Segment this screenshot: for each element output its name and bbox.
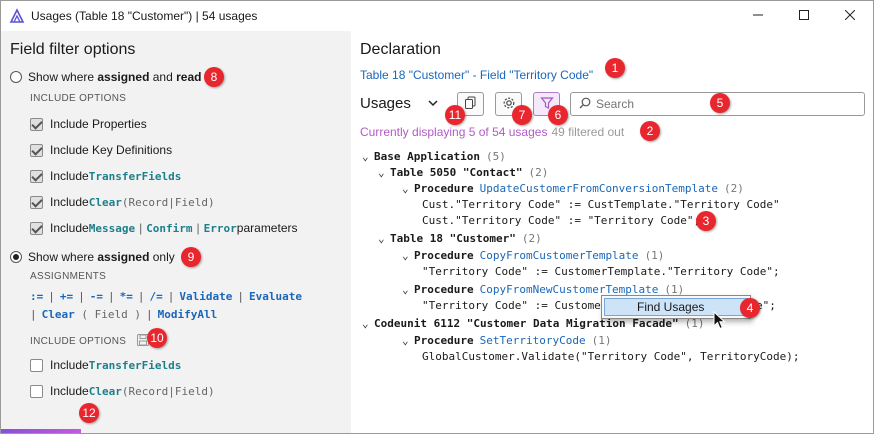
callout-badge: 3 bbox=[696, 211, 716, 231]
callout-badge: 6 bbox=[548, 105, 568, 125]
declaration-link[interactable]: Table 18 "Customer" - Field "Territory C… bbox=[360, 68, 593, 82]
checkbox[interactable] bbox=[30, 358, 43, 372]
chevron-down-icon[interactable]: ⌄ bbox=[378, 232, 390, 245]
check-assigned-include-transferfields[interactable]: Include TransferFields bbox=[30, 358, 181, 372]
chevron-down-icon[interactable]: ⌄ bbox=[378, 166, 390, 179]
chevron-down-icon[interactable]: ⌄ bbox=[402, 249, 414, 262]
chevron-down-icon[interactable]: ⌄ bbox=[362, 317, 374, 330]
tree-node-table[interactable]: ⌄ Table 5050 "Contact" (2) bbox=[378, 164, 548, 180]
checkbox[interactable] bbox=[30, 169, 43, 183]
usages-window: Usages (Table 18 "Customer") | 54 usages… bbox=[0, 0, 874, 434]
maximize-icon bbox=[799, 9, 809, 23]
tree-node-procedure[interactable]: ⌄ Procedure SetTerritoryCode (1) bbox=[402, 332, 611, 348]
radio-assigned-and-read[interactable]: Show where assigned and read bbox=[10, 70, 201, 84]
chevron-down-icon[interactable]: ⌄ bbox=[402, 334, 414, 347]
radio-button[interactable] bbox=[10, 251, 22, 263]
include-options-caption: Include options bbox=[30, 93, 127, 104]
close-icon bbox=[844, 9, 856, 23]
checkbox[interactable] bbox=[30, 143, 43, 157]
tree-node-root[interactable]: ⌄ Base Application (5) bbox=[362, 148, 506, 164]
radio-assigned-only[interactable]: Show where assigned only bbox=[10, 250, 175, 264]
minimize-icon bbox=[753, 9, 763, 23]
checkbox[interactable] bbox=[30, 221, 43, 235]
status-count: Currently displaying 5 of 54 usages bbox=[360, 125, 548, 139]
status-filtered: 49 filtered out bbox=[551, 125, 625, 139]
field-filter-pane: Field filter options Show where assigned… bbox=[1, 31, 351, 433]
check-include-transferfields[interactable]: Include TransferFields bbox=[30, 169, 181, 183]
window-title: Usages (Table 18 "Customer") | 54 usages bbox=[31, 9, 258, 23]
check-include-key-definitions[interactable]: Include Key Definitions bbox=[30, 143, 172, 157]
callout-badge: 5 bbox=[710, 93, 730, 113]
checkbox[interactable] bbox=[30, 384, 43, 398]
app-logo-icon bbox=[9, 8, 25, 24]
tree-node-procedure[interactable]: ⌄ Procedure CopyFromCustomerTemplate (1) bbox=[402, 247, 664, 263]
title-bar: Usages (Table 18 "Customer") | 54 usages bbox=[1, 1, 873, 31]
include-options-caption-2: Include options bbox=[30, 334, 150, 349]
chevron-down-icon[interactable]: ⌄ bbox=[362, 150, 374, 163]
check-include-clear[interactable]: Include Clear ( Record | Field ) bbox=[30, 195, 215, 209]
check-include-properties[interactable]: Include Properties bbox=[30, 117, 147, 131]
usage-line[interactable]: "Territory Code" := Custome bbox=[422, 297, 601, 313]
usage-line[interactable]: Cust."Territory Code" := "Territory Code… bbox=[422, 212, 700, 228]
status-line: Currently displaying 5 of 54 usages 49 fi… bbox=[360, 125, 624, 139]
radio-label: Show where assigned only bbox=[28, 250, 175, 264]
copy-icon bbox=[464, 96, 477, 112]
chevron-down-icon[interactable]: ⌄ bbox=[402, 182, 414, 195]
progress-indicator bbox=[1, 429, 81, 433]
usage-line[interactable]: GlobalCustomer.Validate("Territory Code"… bbox=[422, 348, 800, 364]
callout-badge: 2 bbox=[640, 121, 660, 141]
chevron-down-icon[interactable] bbox=[427, 97, 439, 112]
checkbox[interactable] bbox=[30, 117, 43, 131]
callout-badge: 9 bbox=[181, 247, 201, 267]
radio-button[interactable] bbox=[10, 71, 22, 83]
callout-badge: 11 bbox=[445, 105, 465, 125]
mouse-pointer-icon bbox=[713, 310, 727, 334]
callout-badge: 8 bbox=[204, 67, 224, 87]
usages-label: Usages bbox=[360, 95, 411, 112]
checkbox[interactable] bbox=[30, 195, 43, 209]
pane-title: Field filter options bbox=[10, 41, 136, 58]
check-include-message-params[interactable]: Include Message | Confirm | Error parameters bbox=[30, 221, 298, 235]
usage-line[interactable]: Cust."Territory Code" := CustTemplate."T… bbox=[422, 196, 780, 212]
declaration-title: Declaration bbox=[360, 41, 441, 58]
radio-label: Show where assigned and read bbox=[28, 70, 202, 84]
assignment-operators-2: | Clear ( Field ) | ModifyAll bbox=[30, 308, 218, 321]
search-icon bbox=[579, 97, 591, 112]
chevron-down-icon[interactable]: ⌄ bbox=[402, 283, 414, 296]
declaration-pane: Declaration Table 18 "Customer" - Field … bbox=[351, 31, 873, 433]
context-menu: Find Usages bbox=[601, 295, 751, 319]
callout-badge: 12 bbox=[79, 403, 99, 423]
tree-node-table[interactable]: ⌄ Table 18 "Customer" (2) bbox=[378, 230, 542, 246]
callout-badge: 4 bbox=[740, 298, 760, 318]
close-button[interactable] bbox=[827, 1, 873, 31]
tree-node-procedure[interactable]: ⌄ Procedure UpdateCustomerFromConversionTe… bbox=[402, 180, 744, 196]
assignment-operators: := | += | -= | *= |/= | Validate | Evaluate bbox=[30, 290, 302, 303]
maximize-button[interactable] bbox=[781, 1, 827, 31]
usage-line[interactable]: "Territory Code" := CustomerTemplate."Te… bbox=[422, 263, 780, 279]
assignments-caption: Assignments bbox=[30, 271, 107, 282]
check-assigned-include-clear[interactable]: Include Clear ( Record | Field ) bbox=[30, 384, 215, 398]
minimize-button[interactable] bbox=[735, 1, 781, 31]
callout-badge: 10 bbox=[147, 328, 167, 348]
callout-badge: 1 bbox=[605, 58, 625, 78]
callout-badge: 7 bbox=[512, 105, 532, 125]
